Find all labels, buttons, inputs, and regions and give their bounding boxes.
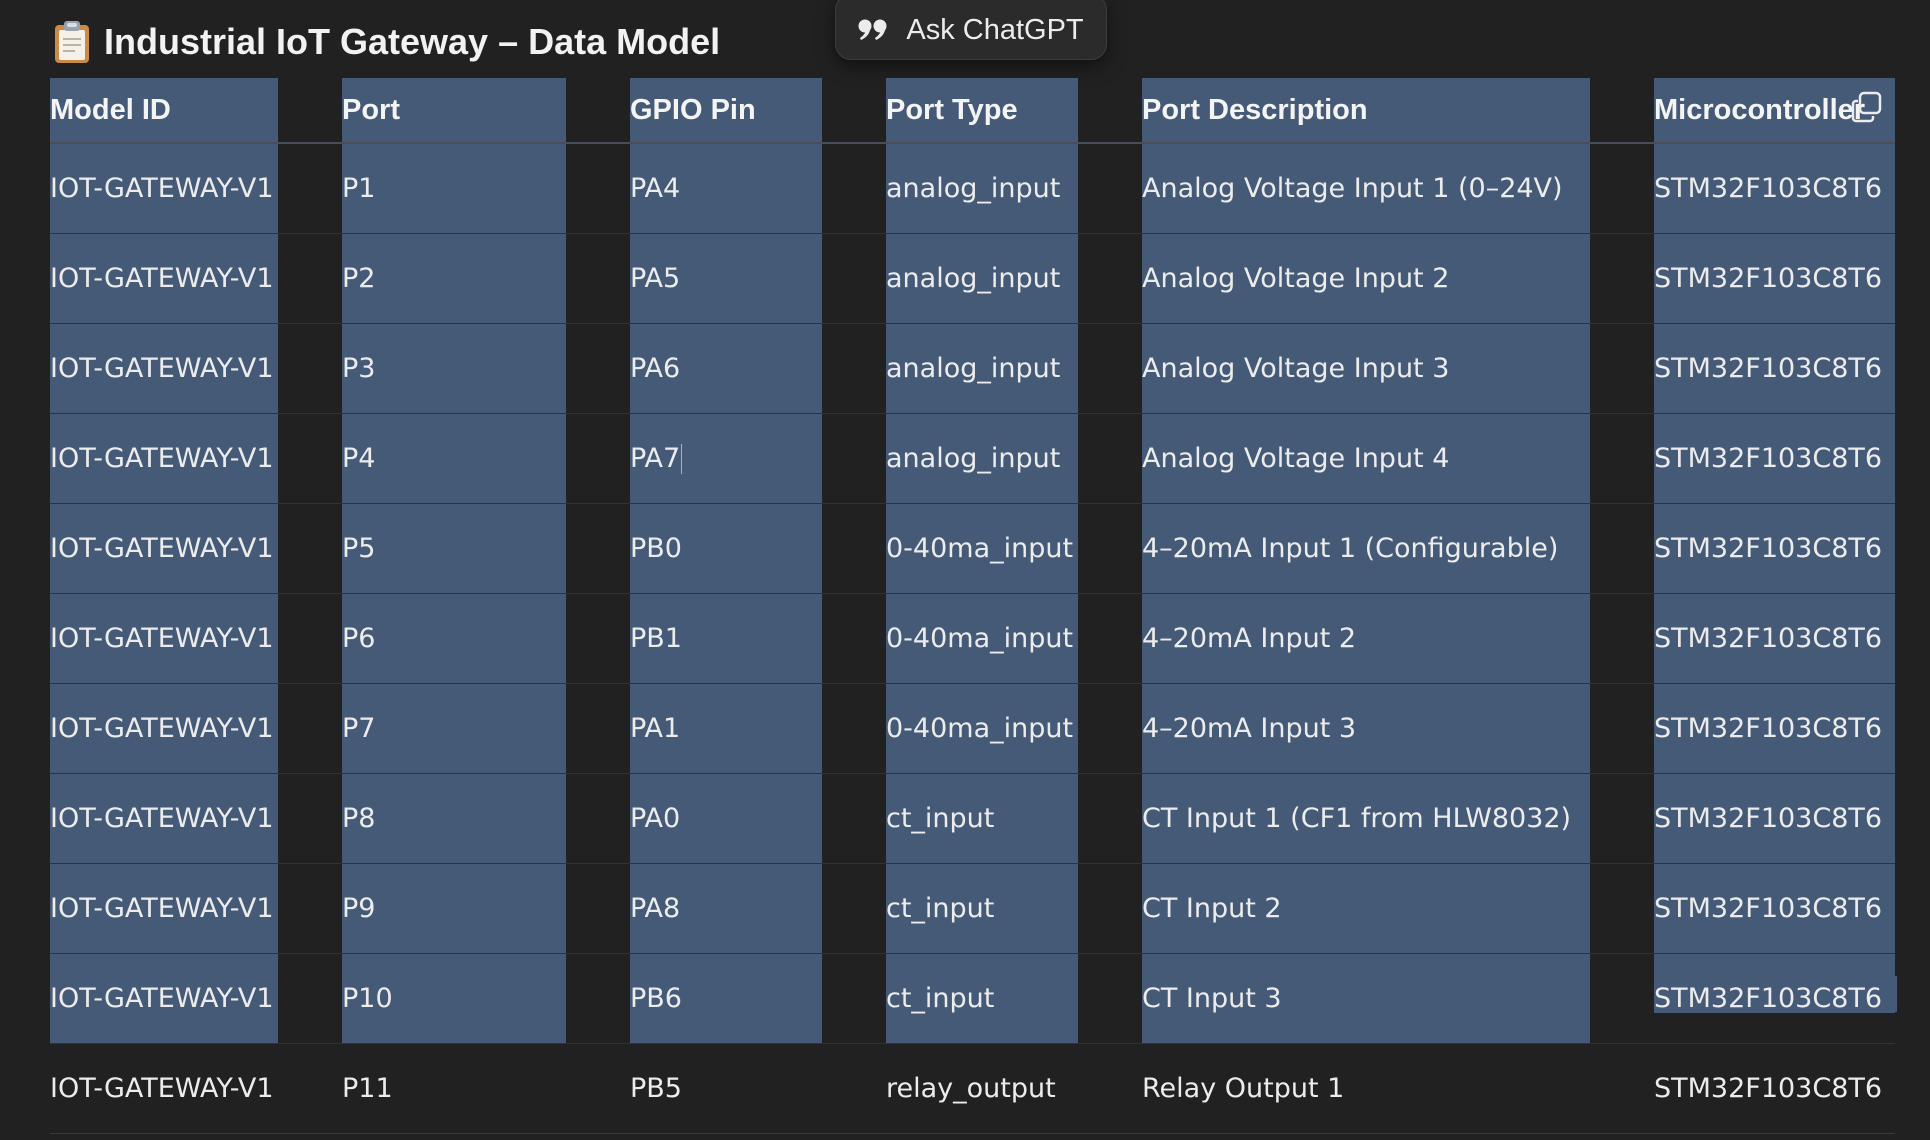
table-body: IOT-GATEWAY-V1 P1 PA4 analog_input Analog Vo…	[50, 143, 1895, 1134]
table-cell: PB1	[630, 593, 886, 684]
table-cell: P9	[342, 863, 630, 954]
table-cell: PA7	[630, 413, 886, 504]
table-cell: P2	[342, 233, 630, 324]
table-cell: Analog Voltage Input 2	[1142, 233, 1654, 324]
table-cell: PB0	[630, 503, 886, 594]
table-cell: STM32F103C8T6	[1654, 773, 1895, 864]
table-cell: IOT-GATEWAY-V1	[50, 323, 342, 414]
table-cell: STM32F103C8T6	[1654, 593, 1895, 684]
table-row: IOT-GATEWAY-V1 P3 PA6 analog_input Analog Vo…	[50, 323, 1895, 414]
table-cell: Analog Voltage Input 3	[1142, 323, 1654, 414]
table-row: IOT-GATEWAY-V1 P2 PA5 analog_input Analog Vo…	[50, 233, 1895, 324]
table-cell: IOT-GATEWAY-V1	[50, 773, 342, 864]
table-cell: Analog Voltage Input 1 (0–24V)	[1142, 143, 1654, 234]
table-cell: analog_input	[886, 323, 1142, 414]
table-cell: CT Input 1 (CF1 from HLW8032)	[1142, 773, 1654, 864]
text-cursor	[681, 444, 683, 475]
table-cell: IOT-GATEWAY-V1	[50, 593, 342, 684]
table-cell: PA4	[630, 143, 886, 234]
clipboard-icon	[55, 21, 89, 63]
table-cell: IOT-GATEWAY-V1	[50, 143, 342, 234]
table-cell: P3	[342, 323, 630, 414]
table-cell: PA8	[630, 863, 886, 954]
table-row: IOT-GATEWAY-V1 P4 PA7 analog_input Analog Vo…	[50, 413, 1895, 504]
table-row: IOT-GATEWAY-V1 P11 PB5 relay_output Relay Ou…	[50, 1043, 1895, 1134]
table-cell: 4–20mA Input 2	[1142, 593, 1654, 684]
page-title: Industrial IoT Gateway – Data Model	[104, 21, 721, 62]
table-cell: PB5	[630, 1043, 886, 1134]
table-cell: STM32F103C8T6	[1654, 503, 1895, 594]
table-cell: STM32F103C8T6	[1654, 683, 1895, 774]
table-cell: analog_input	[886, 233, 1142, 324]
ask-chatgpt-button[interactable]: Ask ChatGPT	[835, 0, 1107, 60]
table-row: IOT-GATEWAY-V1 P1 PA4 analog_input Analog Vo…	[50, 143, 1895, 234]
table-row: IOT-GATEWAY-V1 P8 PA0 ct_input CT Input 1 (C…	[50, 773, 1895, 864]
table-cell: IOT-GATEWAY-V1	[50, 683, 342, 774]
table-cell: P10	[342, 953, 630, 1044]
table-cell: IOT-GATEWAY-V1	[50, 413, 342, 504]
table-cell: P8	[342, 773, 630, 864]
quote-icon	[858, 19, 887, 40]
column-header: Port Type	[886, 78, 1142, 144]
table-cell: 4–20mA Input 1 (Configurable)	[1142, 503, 1654, 594]
table-cell: ct_input	[886, 863, 1142, 954]
table-cell: 4–20mA Input 3	[1142, 683, 1654, 774]
ask-chatgpt-label: Ask ChatGPT	[906, 13, 1084, 46]
table-cell: Analog Voltage Input 4	[1142, 413, 1654, 504]
table-cell: PA6	[630, 323, 886, 414]
table-row: IOT-GATEWAY-V1 P7 PA1 0-40ma_input 4–20mA In…	[50, 683, 1895, 774]
table-row: IOT-GATEWAY-V1 P9 PA8 ct_input CT Input 2 STM…	[50, 863, 1895, 954]
table-cell: PA1	[630, 683, 886, 774]
table-cell: IOT-GATEWAY-V1	[50, 233, 342, 324]
table-cell: P5	[342, 503, 630, 594]
table-cell: 0-40ma_input	[886, 593, 1142, 684]
table-cell: P11	[342, 1043, 630, 1134]
table-cell: STM32F103C8T6	[1654, 953, 1895, 1044]
table-cell: analog_input	[886, 143, 1142, 234]
table-cell: CT Input 2	[1142, 863, 1654, 954]
column-header: Port	[342, 78, 630, 144]
table-cell: IOT-GATEWAY-V1	[50, 953, 342, 1044]
table-cell: STM32F103C8T6	[1654, 323, 1895, 414]
table-cell: P4	[342, 413, 630, 504]
table-cell: STM32F103C8T6	[1654, 233, 1895, 324]
copy-icon[interactable]	[1850, 90, 1884, 124]
table-cell: 0-40ma_input	[886, 503, 1142, 594]
table-cell: STM32F103C8T6	[1654, 863, 1895, 954]
table-cell: ct_input	[886, 773, 1142, 864]
table-cell: P6	[342, 593, 630, 684]
data-model-table-container: Model ID Port GPIO Pin Port Type Port De…	[50, 78, 1897, 1134]
table-cell: PB6	[630, 953, 886, 1044]
table-row: IOT-GATEWAY-V1 P6 PB1 0-40ma_input 4–20mA In…	[50, 593, 1895, 684]
table-header-row: Model ID Port GPIO Pin Port Type Port De…	[50, 78, 1895, 144]
table-cell: IOT-GATEWAY-V1	[50, 503, 342, 594]
table-cell: 0-40ma_input	[886, 683, 1142, 774]
table-cell: STM32F103C8T6	[1654, 413, 1895, 504]
table-cell: relay_output	[886, 1043, 1142, 1134]
table-cell: IOT-GATEWAY-V1	[50, 863, 342, 954]
table-row: IOT-GATEWAY-V1 P5 PB0 0-40ma_input 4–20mA In…	[50, 503, 1895, 594]
column-header: Port Description	[1142, 78, 1654, 144]
table-cell: PA5	[630, 233, 886, 324]
table-cell: STM32F103C8T6	[1654, 1043, 1895, 1134]
table-cell: P1	[342, 143, 630, 234]
table-cell: IOT-GATEWAY-V1	[50, 1043, 342, 1134]
table-row: IOT-GATEWAY-V1 P10 PB6 ct_input CT Input 3 ST…	[50, 953, 1895, 1044]
table-cell: Relay Output 1	[1142, 1043, 1654, 1134]
data-model-table: Model ID Port GPIO Pin Port Type Port De…	[50, 78, 1895, 1134]
table-cell: analog_input	[886, 413, 1142, 504]
chat-page: Industrial IoT Gateway – Data Model Ask …	[0, 0, 1930, 1140]
table-cell: STM32F103C8T6	[1654, 143, 1895, 234]
table-cell: ct_input	[886, 953, 1142, 1044]
table-cell: P7	[342, 683, 630, 774]
table-cell: CT Input 3	[1142, 953, 1654, 1044]
column-header: GPIO Pin	[630, 78, 886, 144]
title-row: Industrial IoT Gateway – Data Model	[52, 16, 720, 68]
column-header: Model ID	[50, 78, 342, 144]
table-cell: PA0	[630, 773, 886, 864]
